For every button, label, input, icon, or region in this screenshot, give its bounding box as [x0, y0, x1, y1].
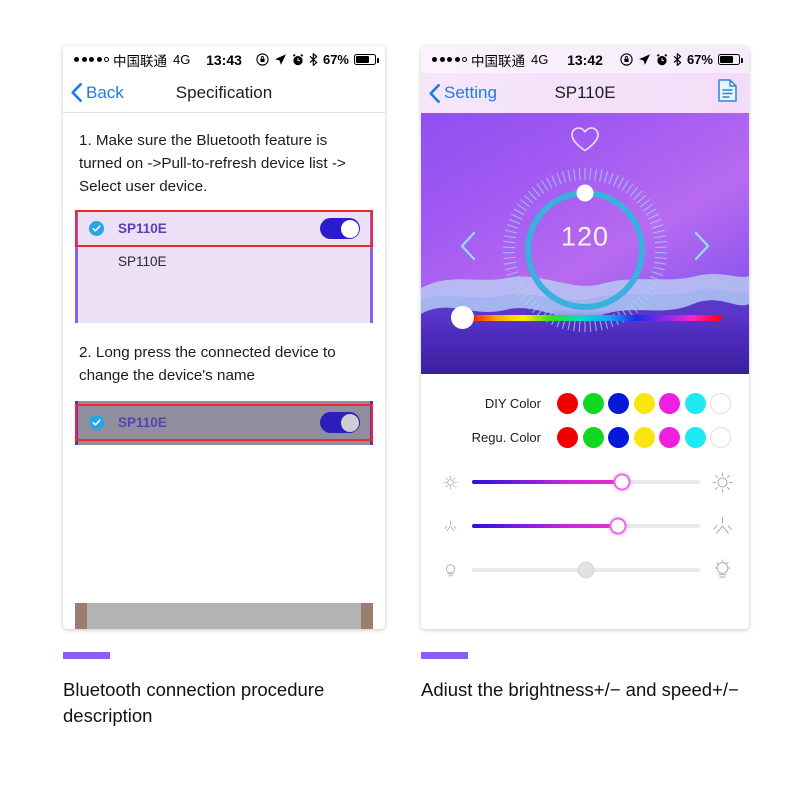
effect-preview-hero: 120 — [421, 113, 749, 374]
prev-effect-chevron-left-icon[interactable] — [459, 231, 477, 261]
dial-value-label: 120 — [560, 221, 610, 252]
location-arrow-icon — [639, 54, 650, 65]
device-list-panel-1: SP110E SP110E — [75, 210, 373, 323]
color-swatch-green[interactable] — [582, 426, 604, 448]
carrier-label: 中国联通 — [471, 53, 525, 69]
signal-dots-icon — [74, 57, 109, 62]
hue-slider-knob[interactable] — [451, 306, 474, 329]
caption-left-text: Bluetooth connection procedure descripti… — [63, 679, 325, 726]
device-name-label: SP110E — [118, 221, 167, 236]
caption-right-text: Adiust the brightness+/− and speed+/− — [421, 679, 739, 700]
sun-small-icon — [437, 475, 463, 490]
color-swatch-empty[interactable] — [710, 392, 731, 414]
color-swatch-cyan[interactable] — [684, 426, 706, 448]
location-arrow-icon — [275, 54, 286, 65]
device-row-longpress[interactable]: SP110E — [78, 406, 370, 439]
device-list-panel-2: SP110E — [75, 401, 373, 445]
brightness-slider-track[interactable] — [472, 473, 700, 491]
device-row-unselected[interactable]: SP110E — [78, 245, 370, 278]
rotation-lock-icon — [256, 53, 269, 66]
check-circle-icon — [89, 415, 104, 430]
color-swatch-blue[interactable] — [608, 392, 629, 414]
caption-left: Bluetooth connection procedure descripti… — [63, 652, 393, 729]
network-type-label: 4G — [531, 52, 549, 67]
color-swatch-yellow[interactable] — [633, 392, 655, 414]
nav-bar-right: Setting SP110E — [421, 73, 749, 113]
regular-color-swatches — [557, 426, 731, 448]
heart-icon[interactable] — [570, 126, 600, 153]
regular-color-row: Regu. Color — [421, 420, 749, 454]
color-swatch-cyan[interactable] — [684, 392, 706, 414]
status-bar-left: 中国联通 4G 13:43 67% — [63, 46, 385, 73]
battery-icon — [354, 54, 379, 65]
device-toggle-switch[interactable] — [320, 218, 360, 239]
back-button[interactable]: Back — [71, 83, 124, 103]
regular-color-label: Regu. Color — [471, 429, 541, 445]
device-name-label: SP110E — [118, 254, 167, 269]
document-icon[interactable] — [718, 79, 737, 107]
bulb-slider-track[interactable] — [472, 561, 700, 579]
partial-bottom-strip — [75, 603, 373, 629]
brightness-slider-thumb[interactable] — [613, 473, 631, 491]
controls-panel: DIY Color Regu. Color — [421, 374, 749, 629]
signal-dots-icon — [432, 57, 467, 62]
bulb-slider-thumb[interactable] — [577, 561, 595, 579]
battery-icon — [718, 54, 743, 65]
color-swatch-yellow[interactable] — [633, 426, 655, 448]
brightness-slider-row — [421, 464, 749, 500]
sparkle-large-icon — [709, 516, 735, 537]
status-bar-right: 中国联通 4G 13:42 67% — [421, 46, 749, 73]
alarm-clock-icon — [292, 53, 304, 65]
device-toggle-switch[interactable] — [320, 412, 360, 433]
battery-percent-label: 67% — [686, 52, 713, 67]
diy-color-swatches — [557, 392, 731, 414]
step-2-text: 2. Long press the connected device to ch… — [79, 344, 336, 384]
nav-bar-left: Back Specification — [63, 73, 385, 113]
color-swatch-magenta[interactable] — [659, 426, 680, 448]
bluetooth-icon — [309, 53, 318, 66]
bulb-small-icon — [437, 562, 463, 579]
screenshot-root: 中国联通 4G 13:43 67% Back Specification 1. … — [0, 0, 800, 800]
color-swatch-red[interactable] — [557, 426, 578, 448]
sun-large-icon — [709, 471, 735, 493]
diy-color-label: DIY Color — [484, 395, 541, 411]
phone-screenshot-right: 中国联通 4G 13:42 67% Setting SP110E 120 DIY… — [421, 46, 749, 629]
setting-back-button[interactable]: Setting — [429, 83, 497, 103]
dial-knob — [576, 184, 594, 202]
next-effect-chevron-right-icon[interactable] — [693, 231, 711, 261]
speed-slider-thumb[interactable] — [609, 517, 627, 535]
network-type-label: 4G — [173, 52, 191, 67]
left-phone-content: 1. Make sure the Bluetooth feature is tu… — [63, 113, 385, 629]
caption-accent-bar — [63, 652, 110, 659]
color-swatch-green[interactable] — [582, 392, 604, 414]
caption-accent-bar — [421, 652, 468, 659]
device-name-label: SP110E — [118, 415, 167, 430]
speed-slider-row — [421, 508, 749, 544]
alarm-clock-icon — [656, 53, 668, 65]
bulb-large-icon — [709, 559, 735, 581]
color-swatch-empty[interactable] — [710, 426, 731, 448]
chevron-left-icon — [71, 83, 82, 102]
back-button-label: Back — [86, 82, 124, 102]
step-1-text: 1. Make sure the Bluetooth feature is tu… — [79, 132, 346, 195]
phone-screenshot-left: 中国联通 4G 13:43 67% Back Specification 1. … — [63, 46, 385, 629]
chevron-left-icon — [429, 83, 440, 103]
diy-color-row: DIY Color — [421, 386, 749, 420]
device-row-selected[interactable]: SP110E — [78, 212, 370, 245]
color-swatch-magenta[interactable] — [659, 392, 680, 414]
speed-slider-track[interactable] — [472, 517, 700, 535]
setting-back-label: Setting — [444, 83, 497, 102]
caption-right: Adiust the brightness+/− and speed+/− — [421, 652, 751, 703]
battery-percent-label: 67% — [322, 52, 349, 67]
carrier-label: 中国联通 — [113, 53, 167, 69]
bluetooth-icon — [673, 53, 682, 66]
check-circle-icon — [89, 221, 104, 236]
color-swatch-red[interactable] — [557, 392, 578, 414]
color-swatch-blue[interactable] — [608, 426, 629, 448]
hue-slider[interactable] — [451, 306, 722, 329]
sparkle-small-icon — [437, 519, 463, 534]
rotation-lock-icon — [620, 53, 633, 66]
bulb-slider-row — [421, 552, 749, 588]
